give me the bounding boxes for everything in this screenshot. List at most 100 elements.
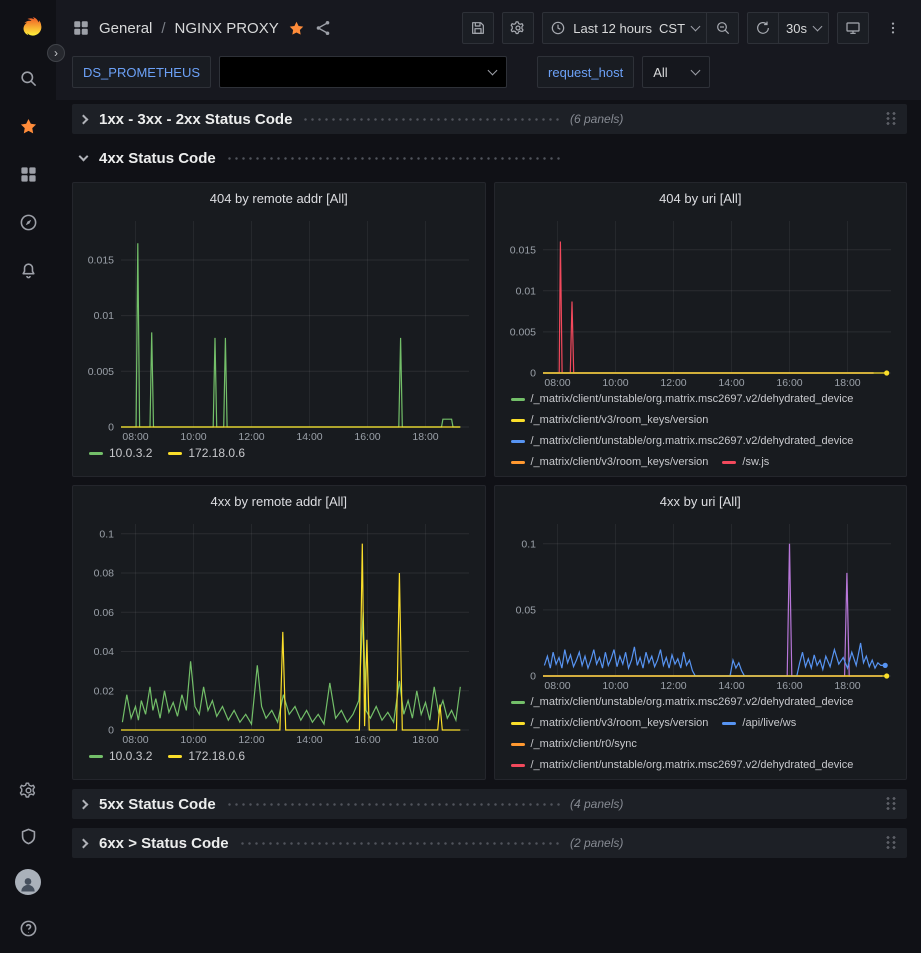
- chart-svg: 00.050.108:0010:0012:0014:0016:0018:00: [503, 516, 899, 692]
- variable-value-request-host[interactable]: All: [642, 56, 709, 88]
- legend-label: /_matrix/client/v3/room_keys/version: [531, 410, 709, 431]
- sidebar-expand-button[interactable]: ›: [47, 44, 65, 62]
- refresh-button[interactable]: [747, 12, 779, 44]
- svg-text:08:00: 08:00: [544, 377, 570, 389]
- legend-item[interactable]: /api/live/ws: [722, 713, 796, 734]
- panel: 4xx by remote addr [All]00.020.040.060.0…: [72, 485, 486, 780]
- row-left: 6xx > Status Code: [80, 835, 570, 852]
- legend-item[interactable]: 172.18.0.6: [168, 443, 245, 464]
- legend-item[interactable]: 10.0.3.2: [89, 746, 152, 767]
- legend-item[interactable]: /_matrix/client/unstable/org.matrix.msc2…: [511, 692, 854, 713]
- panel-title[interactable]: 4xx by uri [All]: [503, 490, 899, 516]
- time-series-chart[interactable]: 00.0050.010.01508:0010:0012:0014:0016:00…: [81, 213, 477, 443]
- dashboard-row-header[interactable]: 4xx Status Code: [72, 143, 907, 173]
- svg-text:16:00: 16:00: [776, 377, 802, 389]
- time-series-chart[interactable]: 00.020.040.060.080.108:0010:0012:0014:00…: [81, 516, 477, 746]
- sidebar-item-dashboards[interactable]: [0, 150, 56, 198]
- apps-grid-icon: [72, 19, 90, 37]
- sidebar-item-alerting[interactable]: [0, 246, 56, 294]
- sidebar-item-explore[interactable]: [0, 198, 56, 246]
- kebab-menu-icon: [885, 20, 901, 36]
- series-color-swatch: [511, 440, 525, 443]
- row-dotted-leader: [302, 118, 560, 121]
- time-series-chart[interactable]: 00.050.108:0010:0012:0014:0016:0018:00: [503, 516, 899, 692]
- row-dotted-leader: [226, 157, 560, 160]
- sidebar-item-configuration[interactable]: [0, 767, 56, 813]
- row-drag-handle-icon[interactable]: [885, 835, 897, 851]
- svg-text:0.005: 0.005: [88, 366, 114, 378]
- row-dotted-leader: [239, 842, 560, 845]
- legend-label: 10.0.3.2: [109, 746, 152, 767]
- dashboard-row-header[interactable]: 1xx - 3xx - 2xx Status Code(6 panels): [72, 104, 907, 134]
- breadcrumb-dashboard-title[interactable]: NGINX PROXY: [175, 20, 279, 37]
- share-icon[interactable]: [314, 19, 332, 37]
- svg-text:0: 0: [530, 671, 536, 683]
- svg-text:0.005: 0.005: [509, 326, 535, 338]
- series-color-swatch: [511, 743, 525, 746]
- legend-item[interactable]: /_matrix/client/v3/room_keys/version: [511, 713, 709, 734]
- gear-icon: [19, 781, 38, 800]
- row-drag-handle-icon[interactable]: [885, 796, 897, 812]
- save-dashboard-button[interactable]: [462, 12, 494, 44]
- svg-text:16:00: 16:00: [354, 431, 380, 443]
- chart-legend: 10.0.3.2 172.18.0.6: [81, 443, 477, 464]
- sidebar-item-server-admin[interactable]: [0, 813, 56, 859]
- legend-label: /sw.js: [742, 452, 769, 468]
- panel: 4xx by uri [All]00.050.108:0010:0012:001…: [494, 485, 908, 780]
- legend-label: 10.0.3.2: [109, 443, 152, 464]
- dashboard-header: General / NGINX PROXY: [72, 10, 909, 46]
- grafana-logo[interactable]: [0, 0, 56, 54]
- favorite-star-icon[interactable]: [288, 20, 305, 37]
- legend-item[interactable]: 172.18.0.6: [168, 746, 245, 767]
- time-series-chart[interactable]: 00.0050.010.01508:0010:0012:0014:0016:00…: [503, 213, 899, 389]
- svg-text:0: 0: [108, 725, 114, 737]
- dashboard-row-header[interactable]: 6xx > Status Code(2 panels): [72, 828, 907, 858]
- row-left: 5xx Status Code: [80, 796, 570, 813]
- row-chevron-icon: [79, 799, 89, 809]
- legend-item[interactable]: /_matrix/client/unstable/org.matrix.msc2…: [511, 431, 854, 452]
- sidebar-item-search[interactable]: [0, 54, 56, 102]
- svg-text:08:00: 08:00: [122, 734, 148, 746]
- svg-text:16:00: 16:00: [354, 734, 380, 746]
- panel-title[interactable]: 404 by remote addr [All]: [81, 187, 477, 213]
- legend-label: /_matrix/client/r0/sync: [531, 734, 637, 755]
- row-drag-handle-icon[interactable]: [885, 111, 897, 127]
- legend-item[interactable]: /_matrix/client/v3/room_keys/version: [511, 410, 709, 431]
- tv-mode-button[interactable]: [837, 12, 869, 44]
- series-color-swatch: [168, 452, 182, 455]
- legend-item[interactable]: 10.0.3.2: [89, 443, 152, 464]
- svg-text:08:00: 08:00: [122, 431, 148, 443]
- sidebar-item-starred[interactable]: [0, 102, 56, 150]
- time-picker-button[interactable]: Last 12 hours CST: [542, 12, 707, 44]
- svg-text:12:00: 12:00: [660, 680, 686, 692]
- svg-text:0.02: 0.02: [94, 685, 115, 697]
- svg-text:14:00: 14:00: [296, 734, 322, 746]
- dashboard-settings-button[interactable]: [502, 12, 534, 44]
- chart-legend: /_matrix/client/unstable/org.matrix.msc2…: [503, 389, 899, 468]
- legend-item[interactable]: /_matrix/client/unstable/org.matrix.msc2…: [511, 755, 854, 771]
- panel-title[interactable]: 404 by uri [All]: [503, 187, 899, 213]
- legend-item[interactable]: /_matrix/client/v3/room_keys/version: [511, 452, 709, 468]
- legend-item[interactable]: /_matrix/client/unstable/org.matrix.msc2…: [511, 389, 854, 410]
- zoom-out-button[interactable]: [707, 12, 739, 44]
- sidebar-bottom-group: [0, 767, 56, 953]
- svg-text:0: 0: [530, 368, 536, 380]
- chart-svg: 00.0050.010.01508:0010:0012:0014:0016:00…: [81, 213, 477, 443]
- variable-value-datasource[interactable]: [219, 56, 507, 88]
- legend-label: 172.18.0.6: [188, 443, 245, 464]
- sidebar-item-help[interactable]: [0, 905, 56, 951]
- refresh-interval-dropdown[interactable]: 30s: [779, 12, 829, 44]
- series-color-swatch: [168, 755, 182, 758]
- help-circle-icon: [19, 919, 38, 938]
- panel-title[interactable]: 4xx by remote addr [All]: [81, 490, 477, 516]
- kebab-menu-button[interactable]: [877, 12, 909, 44]
- sidebar-item-profile[interactable]: [0, 859, 56, 905]
- svg-text:14:00: 14:00: [718, 377, 744, 389]
- legend-item[interactable]: /_matrix/client/r0/sync: [511, 734, 637, 755]
- svg-text:08:00: 08:00: [544, 680, 570, 692]
- legend-item[interactable]: /sw.js: [722, 452, 769, 468]
- dashboard-row-header[interactable]: 5xx Status Code(4 panels): [72, 789, 907, 819]
- row-title: 5xx Status Code: [99, 796, 216, 813]
- breadcrumb-folder[interactable]: General: [99, 20, 152, 37]
- svg-text:10:00: 10:00: [602, 680, 628, 692]
